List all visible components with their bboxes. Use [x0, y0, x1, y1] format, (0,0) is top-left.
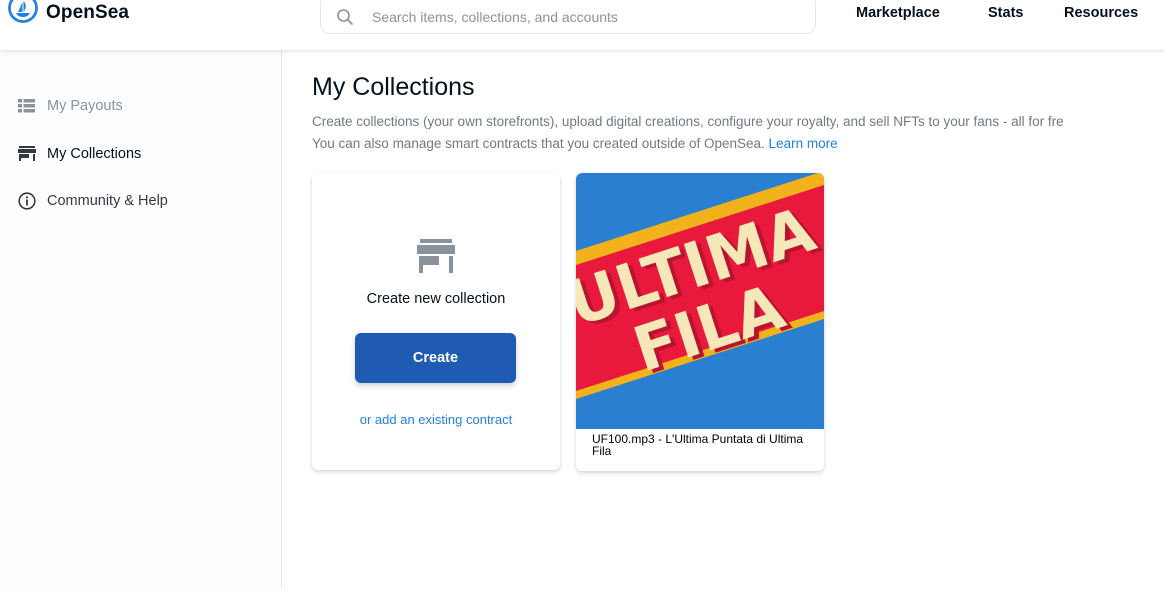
description-line-2: You can also manage smart contracts that…	[312, 133, 1164, 155]
storefront-icon	[17, 144, 36, 163]
info-icon	[17, 191, 36, 210]
collection-name: UF100.mp3 - L'Ultima Puntata di Ultima F…	[592, 432, 804, 458]
create-collection-card: Create new collection Create or add an e…	[312, 173, 560, 470]
storefront-icon	[417, 239, 455, 273]
logo-text: OpenSea	[46, 2, 130, 23]
sidebar-item-label: Community & Help	[47, 192, 168, 209]
nav-marketplace[interactable]: Marketplace	[856, 5, 940, 21]
sidebar-item-community-help[interactable]: Community & Help	[17, 191, 168, 210]
opensea-logo[interactable]: OpenSea	[8, 0, 129, 28]
learn-more-link[interactable]: Learn more	[769, 136, 838, 151]
description-line-1: Create collections (your own storefronts…	[312, 114, 1064, 129]
search-icon	[337, 9, 353, 25]
page-title: My Collections	[312, 73, 475, 101]
search-input[interactable]	[370, 8, 794, 26]
collection-card[interactable]: ULTIMA ULTIMA FILA FILA UF100.mp3 - L'Ul…	[576, 173, 824, 471]
sidebar: My Payouts My Collections Community & He…	[0, 51, 282, 589]
collection-artwork: ULTIMA ULTIMA FILA FILA	[576, 173, 824, 429]
create-button[interactable]: Create	[355, 333, 516, 383]
top-navbar: OpenSea Marketplace Stats Resources	[0, 0, 1164, 51]
create-collection-title: Create new collection	[366, 291, 506, 307]
sidebar-item-label: My Payouts	[47, 97, 123, 114]
nav-resources[interactable]: Resources	[1064, 5, 1138, 21]
opensea-logo-icon	[8, 0, 38, 23]
sidebar-item-label: My Collections	[47, 145, 142, 162]
description-line-2-text: You can also manage smart contracts that…	[312, 136, 765, 151]
nav-stats[interactable]: Stats	[988, 5, 1023, 21]
add-existing-contract-link[interactable]: or add an existing contract	[312, 412, 560, 427]
sidebar-item-my-collections[interactable]: My Collections	[17, 144, 141, 163]
sidebar-item-my-payouts[interactable]: My Payouts	[17, 96, 123, 115]
list-icon	[17, 96, 36, 115]
search-box[interactable]	[320, 0, 816, 34]
page-description: Create collections (your own storefronts…	[312, 111, 1164, 155]
